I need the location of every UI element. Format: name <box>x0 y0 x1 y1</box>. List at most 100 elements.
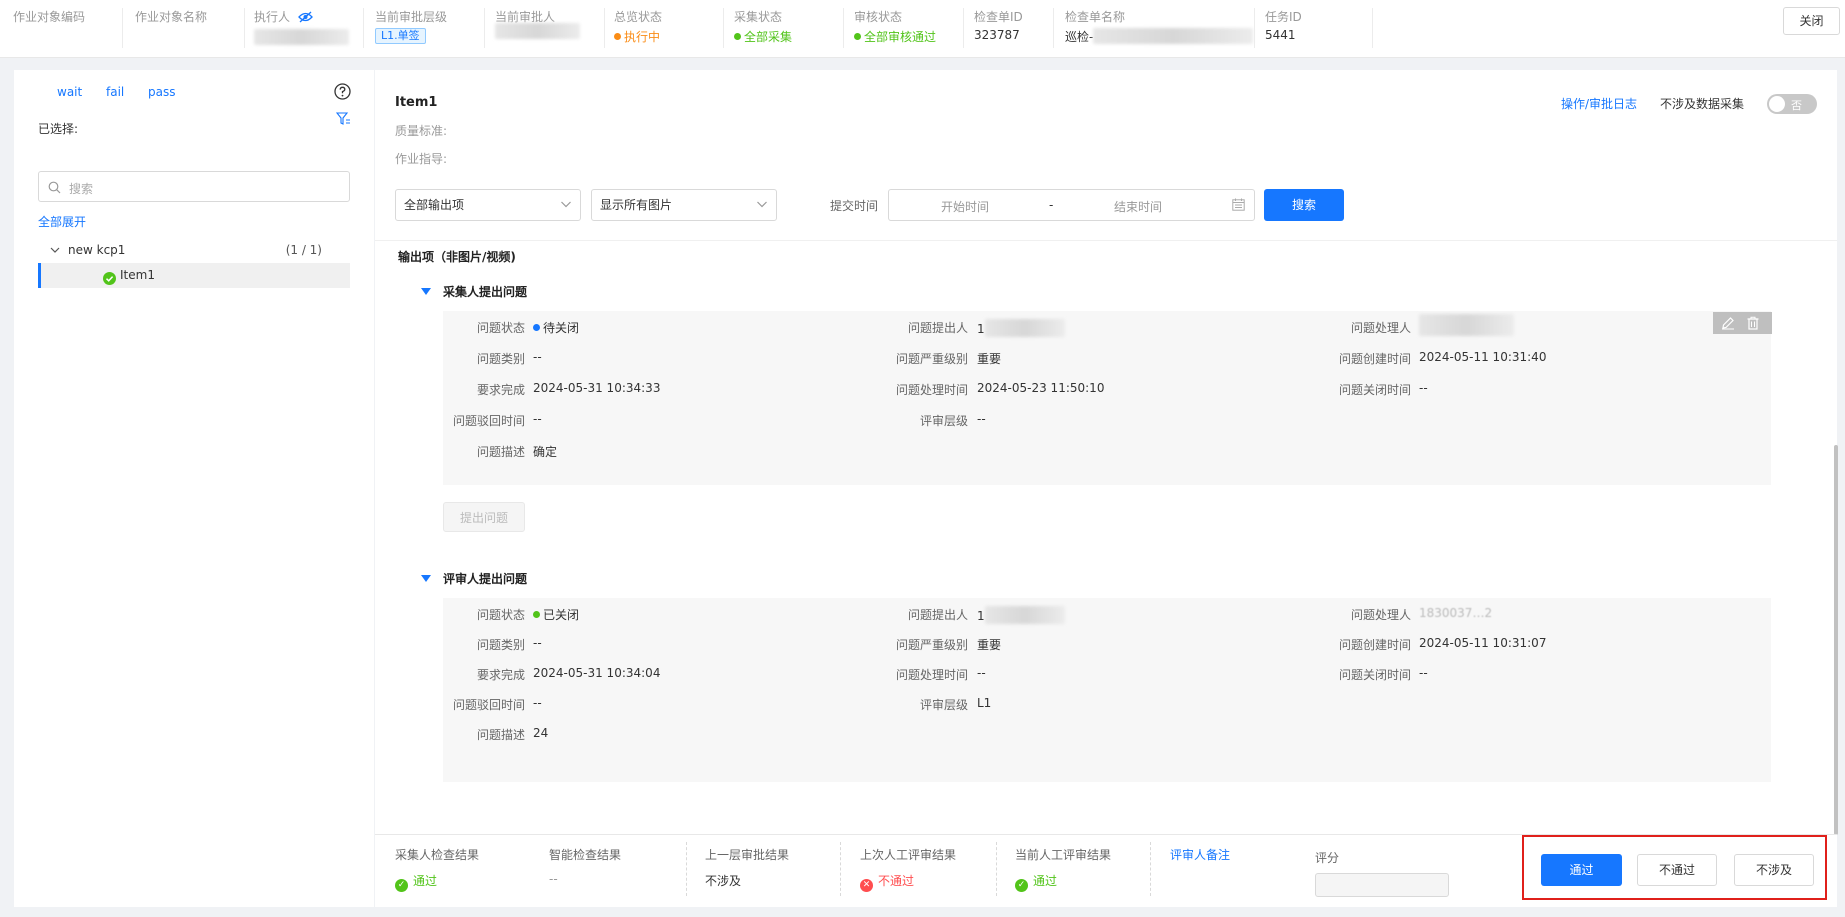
operation-log-link[interactable]: 操作/审批日志 <box>1561 95 1637 112</box>
issue-proposer-value: 1 <box>977 319 1065 337</box>
date-separator: - <box>1049 198 1054 212</box>
field-label: 问题提出人 <box>907 608 968 622</box>
field-label: 问题处理时间 <box>895 383 968 397</box>
score-input[interactable] <box>1315 873 1449 897</box>
caret-down-icon[interactable] <box>421 288 431 295</box>
not-applicable-button[interactable]: 不涉及 <box>1734 854 1814 886</box>
search-button[interactable]: 搜索 <box>1264 189 1344 221</box>
field-label: 评审层级 <box>919 414 968 428</box>
search-icon <box>48 181 61 197</box>
approval-level-tag: L1.单签 <box>375 28 426 44</box>
reviewer-issue-section-header[interactable]: 评审人提出问题 <box>421 570 527 587</box>
reviewer-note-link[interactable]: 评审人备注 <box>1170 846 1230 863</box>
field-label: 评审层级 <box>919 698 968 712</box>
field-label: 问题描述 <box>476 445 525 459</box>
result-value: -- <box>549 872 558 886</box>
tree-group-label: new kcp1 <box>68 243 126 257</box>
quality-standard-label: 质量标准: <box>395 124 448 138</box>
filter-fail[interactable]: fail <box>106 85 124 99</box>
redacted-value <box>984 606 1065 624</box>
left-panel: wait fail pass 已选择: 搜索 全部展开 new kcp1 (1 … <box>14 70 374 907</box>
info-label: 当前审批层级 <box>375 10 448 24</box>
info-object-code: 作业对象编码 <box>13 8 123 48</box>
prev-approval-result: 上一层审批结果 不涉及 <box>705 846 789 892</box>
field-label: 问题驳回时间 <box>452 698 525 712</box>
issue-status-value: 待关闭 <box>533 319 579 336</box>
date-range-picker[interactable]: 开始时间 - 结束时间 <box>888 189 1255 221</box>
info-label: 检查单名称 <box>1065 10 1126 24</box>
edit-icon[interactable] <box>1721 316 1735 333</box>
search-input[interactable]: 搜索 <box>38 171 350 202</box>
expand-all-link[interactable]: 全部展开 <box>38 213 86 230</box>
scrollbar-thumb[interactable] <box>1834 445 1838 835</box>
field-label: 问题创建时间 <box>1338 352 1411 366</box>
card-action-bar <box>1713 312 1772 334</box>
filter-pass[interactable]: pass <box>148 85 175 99</box>
info-approval-level: 当前审批层级 L1.单签 <box>375 8 485 48</box>
checklist-name-value: 巡检- <box>1065 30 1094 44</box>
issue-handled-value: -- <box>977 666 986 680</box>
field-label: 问题处理人 <box>1350 608 1411 622</box>
calendar-icon[interactable] <box>1232 198 1245 214</box>
collector-issue-section-header[interactable]: 采集人提出问题 <box>421 283 527 300</box>
issue-rejected-value: -- <box>533 412 542 426</box>
tree-group-new-kcp1[interactable]: new kcp1 (1 / 1) <box>38 238 350 263</box>
issue-closed-value: -- <box>1419 381 1428 395</box>
chevron-down-icon <box>756 190 768 220</box>
output-filter-select[interactable]: 全部输出项 <box>395 189 581 221</box>
output-filter-value: 全部输出项 <box>404 198 465 212</box>
issue-created-value: 2024-05-11 10:31:40 <box>1419 350 1547 364</box>
issue-closed-value: -- <box>1419 666 1428 680</box>
issue-required-value: 2024-05-31 10:34:33 <box>533 381 661 395</box>
collector-issue-card <box>443 311 1771 485</box>
delete-icon[interactable] <box>1746 316 1760 333</box>
no-data-collect-toggle[interactable]: 否 <box>1767 94 1817 114</box>
info-label: 采集状态 <box>734 10 783 24</box>
check-circle-icon: ✓ <box>1015 879 1028 892</box>
info-label: 检查单ID <box>974 10 1023 24</box>
raise-issue-button[interactable]: 提出问题 <box>443 502 525 532</box>
redacted-value <box>984 319 1065 337</box>
image-filter-value: 显示所有图片 <box>600 198 673 212</box>
chevron-down-icon <box>560 190 572 220</box>
result-value: 通过 <box>1033 874 1058 888</box>
chevron-down-icon[interactable] <box>50 238 60 263</box>
field-label: 问题创建时间 <box>1338 638 1411 652</box>
issue-rejected-value: -- <box>533 696 542 710</box>
redacted-value <box>254 29 349 45</box>
submit-time-label: 提交时间 <box>830 199 879 213</box>
info-object-name: 作业对象名称 <box>135 8 245 48</box>
redacted-value <box>495 23 580 39</box>
result-value: 不涉及 <box>705 874 742 888</box>
info-collect-status: 采集状态 全部采集 <box>734 8 844 48</box>
eye-slash-icon[interactable] <box>297 11 313 26</box>
field-label: 问题描述 <box>476 728 525 742</box>
field-label: 问题关闭时间 <box>1338 668 1411 682</box>
score-label: 评分 <box>1315 851 1340 865</box>
pass-button[interactable]: 通过 <box>1541 854 1622 886</box>
fail-button[interactable]: 不通过 <box>1637 854 1717 886</box>
info-executor: 执行人 <box>254 8 364 48</box>
info-checklist-name: 检查单名称 巡检- <box>1065 8 1255 48</box>
info-label: 总览状态 <box>614 10 663 24</box>
caret-down-icon[interactable] <box>421 575 431 582</box>
end-time-input[interactable]: 结束时间 <box>1114 198 1162 215</box>
tree-item-item1[interactable]: Item1 <box>38 263 350 288</box>
help-icon[interactable] <box>334 83 351 103</box>
info-overall-status: 总览状态 执行中 <box>614 8 724 48</box>
start-time-input[interactable]: 开始时间 <box>941 198 989 215</box>
issue-required-value: 2024-05-31 10:34:04 <box>533 666 661 680</box>
checklist-id-value: 323787 <box>974 28 1020 42</box>
field-label: 问题状态 <box>476 321 525 335</box>
issue-handled-value: 2024-05-23 11:50:10 <box>977 381 1105 395</box>
last-manual-result: 上次人工评审结果 ✕ 不通过 <box>860 846 956 892</box>
result-label: 当前人工评审结果 <box>1015 848 1112 862</box>
info-label: 任务ID <box>1265 10 1302 24</box>
field-label: 问题关闭时间 <box>1338 383 1411 397</box>
filter-icon[interactable] <box>335 112 351 129</box>
image-filter-select[interactable]: 显示所有图片 <box>591 189 777 221</box>
close-button[interactable]: 关闭 <box>1783 7 1840 35</box>
tree-group-count: (1 / 1) <box>285 243 322 257</box>
issue-created-value: 2024-05-11 10:31:07 <box>1419 636 1547 650</box>
filter-wait[interactable]: wait <box>57 85 82 99</box>
